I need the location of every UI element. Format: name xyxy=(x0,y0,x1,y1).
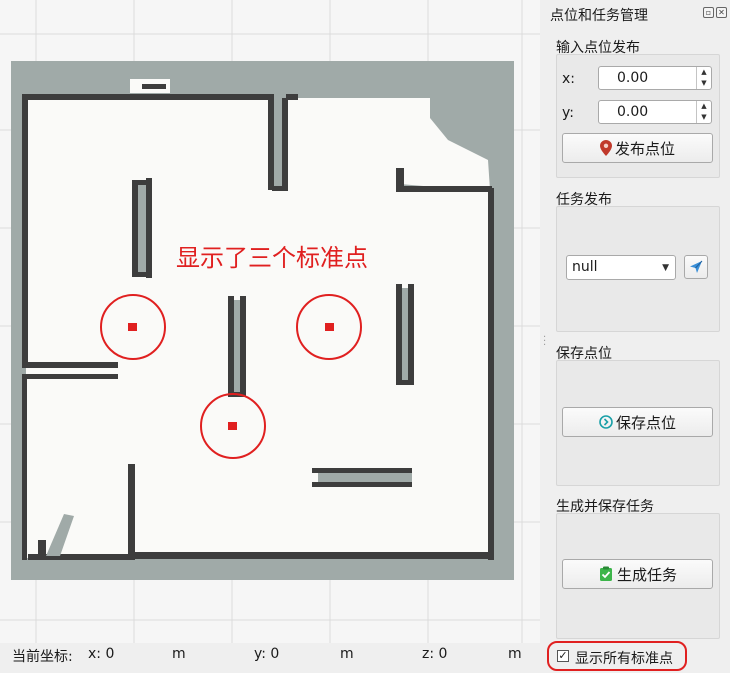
input-x-value: 0.00 xyxy=(617,70,649,86)
map-view[interactable]: 显示了三个标准点 xyxy=(0,0,540,643)
circle-arrow-right-icon xyxy=(599,415,613,429)
coord-x: x: 0 xyxy=(88,646,115,662)
float-icon[interactable]: ▫ xyxy=(703,7,714,18)
show-all-points-row[interactable]: ✓ 显示所有标准点 xyxy=(547,641,687,671)
coord-y-unit: m xyxy=(340,646,354,662)
spin-arrows-icon[interactable]: ▲ ▼ xyxy=(696,67,711,89)
close-icon[interactable]: ✕ xyxy=(716,7,727,18)
input-x-spinbox[interactable]: 0.00 ▲ ▼ xyxy=(598,66,712,90)
status-bar: 当前坐标: x: 0 m y: 0 m z: 0 m xyxy=(0,643,540,673)
show-all-points-label: 显示所有标准点 xyxy=(575,651,673,667)
panel-title: 点位和任务管理 xyxy=(550,8,648,24)
send-task-button[interactable] xyxy=(684,255,708,279)
coord-z: z: 0 xyxy=(422,646,448,662)
coord-y: y: 0 xyxy=(254,646,280,662)
spin-arrows-icon[interactable]: ▲ ▼ xyxy=(696,101,711,123)
publish-point-button[interactable]: 发布点位 xyxy=(562,133,713,163)
input-y-value: 0.00 xyxy=(617,104,649,120)
generate-task-label: 生成任务 xyxy=(616,565,677,584)
input-y-label: y: xyxy=(562,105,574,121)
coord-x-unit: m xyxy=(172,646,186,662)
map-pin-icon xyxy=(599,140,612,156)
input-x-label: x: xyxy=(562,71,576,87)
current-coord-label: 当前坐标: xyxy=(12,649,73,665)
show-all-points-checkbox[interactable]: ✓ xyxy=(557,650,569,662)
chevron-down-icon: ▼ xyxy=(662,263,669,273)
splitter-handle[interactable]: · · · xyxy=(543,333,546,351)
map-annotation: 显示了三个标准点 xyxy=(176,244,368,272)
paper-plane-icon xyxy=(690,260,703,273)
map-canvas[interactable] xyxy=(0,0,540,643)
point-task-panel: 点位和任务管理 ▫ ✕ · · · 输入点位发布 x: 0.00 ▲ ▼ y: 0.0… xyxy=(540,0,730,673)
task-select[interactable]: null ▼ xyxy=(566,255,676,280)
publish-point-label: 发布点位 xyxy=(614,139,675,158)
map-free-space xyxy=(26,79,492,558)
input-y-spinbox[interactable]: 0.00 ▲ ▼ xyxy=(598,100,712,124)
coord-z-unit: m xyxy=(508,646,522,662)
save-point-label: 保存点位 xyxy=(615,413,676,432)
task-select-value: null xyxy=(572,259,598,275)
generate-task-button[interactable]: 生成任务 xyxy=(562,559,713,589)
save-point-button[interactable]: 保存点位 xyxy=(562,407,713,437)
clipboard-check-icon xyxy=(599,566,612,581)
